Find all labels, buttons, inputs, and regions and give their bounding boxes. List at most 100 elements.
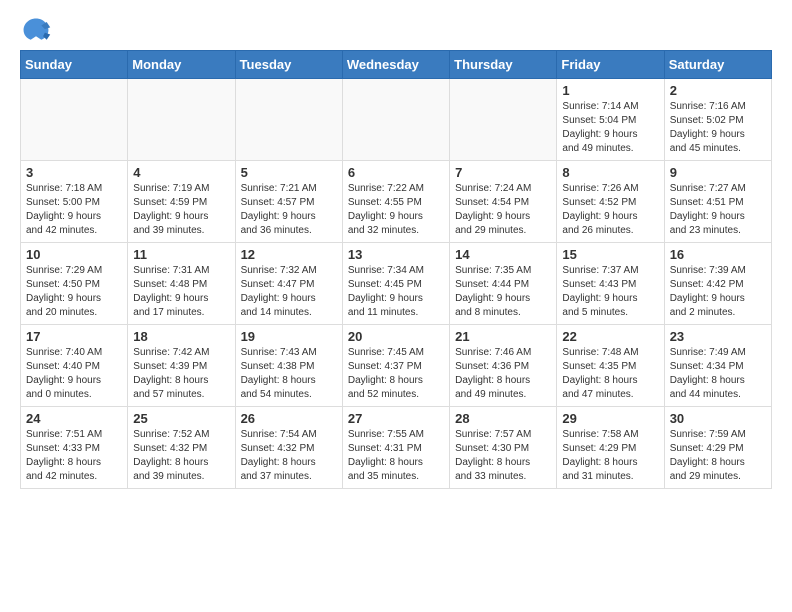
day-info: Sunrise: 7:18 AM Sunset: 5:00 PM Dayligh… [26,182,122,238]
calendar-header-friday: Friday [557,51,664,79]
day-info: Sunrise: 7:34 AM Sunset: 4:45 PM Dayligh… [348,264,444,320]
calendar-header-wednesday: Wednesday [342,51,449,79]
day-info: Sunrise: 7:40 AM Sunset: 4:40 PM Dayligh… [26,346,122,402]
calendar-cell: 13 Sunrise: 7:34 AM Sunset: 4:45 PM Dayli… [342,243,449,325]
day-number: 8 [562,165,658,180]
calendar-cell: 8 Sunrise: 7:26 AM Sunset: 4:52 PM Daylig… [557,161,664,243]
calendar-cell: 24 Sunrise: 7:51 AM Sunset: 4:33 PM Dayli… [21,407,128,489]
day-number: 24 [26,411,122,426]
calendar-cell [450,79,557,161]
day-number: 15 [562,247,658,262]
day-info: Sunrise: 7:27 AM Sunset: 4:51 PM Dayligh… [670,182,766,238]
calendar-table: SundayMondayTuesdayWednesdayThursdayFrid… [20,50,772,489]
calendar-cell [235,79,342,161]
calendar-cell: 30 Sunrise: 7:59 AM Sunset: 4:29 PM Dayli… [664,407,771,489]
day-info: Sunrise: 7:49 AM Sunset: 4:34 PM Dayligh… [670,346,766,402]
logo-icon [20,16,52,44]
calendar-cell: 20 Sunrise: 7:45 AM Sunset: 4:37 PM Dayli… [342,325,449,407]
day-number: 21 [455,329,551,344]
day-info: Sunrise: 7:32 AM Sunset: 4:47 PM Dayligh… [241,264,337,320]
calendar-cell: 29Sunrise: 7:58 AM Sunset: 4:29 PM Dayli… [557,407,664,489]
calendar-cell: 17 Sunrise: 7:40 AM Sunset: 4:40 PM Dayli… [21,325,128,407]
day-number: 23 [670,329,766,344]
page-container: SundayMondayTuesdayWednesdayThursdayFrid… [0,0,792,499]
calendar-cell: 25 Sunrise: 7:52 AM Sunset: 4:32 PM Dayli… [128,407,235,489]
day-number: 17 [26,329,122,344]
day-info: Sunrise: 7:22 AM Sunset: 4:55 PM Dayligh… [348,182,444,238]
day-info: Sunrise: 7:45 AM Sunset: 4:37 PM Dayligh… [348,346,444,402]
calendar-week-row: 1 Sunrise: 7:14 AM Sunset: 5:04 PM Daylig… [21,79,772,161]
day-info: Sunrise: 7:16 AM Sunset: 5:02 PM Dayligh… [670,100,766,156]
day-number: 13 [348,247,444,262]
day-info: Sunrise: 7:14 AM Sunset: 5:04 PM Dayligh… [562,100,658,156]
day-number: 5 [241,165,337,180]
calendar-cell: 21 Sunrise: 7:46 AM Sunset: 4:36 PM Dayli… [450,325,557,407]
day-number: 10 [26,247,122,262]
day-info: Sunrise: 7:37 AM Sunset: 4:43 PM Dayligh… [562,264,658,320]
calendar-cell: 14 Sunrise: 7:35 AM Sunset: 4:44 PM Dayli… [450,243,557,325]
calendar-cell: 11 Sunrise: 7:31 AM Sunset: 4:48 PM Dayli… [128,243,235,325]
day-number: 1 [562,83,658,98]
day-number: 4 [133,165,229,180]
day-number: 9 [670,165,766,180]
day-info: Sunrise: 7:52 AM Sunset: 4:32 PM Dayligh… [133,428,229,484]
calendar-cell: 4Sunrise: 7:19 AM Sunset: 4:59 PM Daylig… [128,161,235,243]
calendar-header-sunday: Sunday [21,51,128,79]
calendar-cell: 3 Sunrise: 7:18 AM Sunset: 5:00 PM Daylig… [21,161,128,243]
calendar-cell: 6 Sunrise: 7:22 AM Sunset: 4:55 PM Daylig… [342,161,449,243]
day-info: Sunrise: 7:29 AM Sunset: 4:50 PM Dayligh… [26,264,122,320]
day-info: Sunrise: 7:24 AM Sunset: 4:54 PM Dayligh… [455,182,551,238]
calendar-header-monday: Monday [128,51,235,79]
day-number: 14 [455,247,551,262]
calendar-header-tuesday: Tuesday [235,51,342,79]
day-number: 2 [670,83,766,98]
day-number: 18 [133,329,229,344]
calendar-cell: 12 Sunrise: 7:32 AM Sunset: 4:47 PM Dayli… [235,243,342,325]
day-number: 12 [241,247,337,262]
day-number: 11 [133,247,229,262]
day-info: Sunrise: 7:51 AM Sunset: 4:33 PM Dayligh… [26,428,122,484]
calendar-week-row: 24 Sunrise: 7:51 AM Sunset: 4:33 PM Dayli… [21,407,772,489]
calendar-week-row: 17 Sunrise: 7:40 AM Sunset: 4:40 PM Dayli… [21,325,772,407]
calendar-cell: 22 Sunrise: 7:48 AM Sunset: 4:35 PM Dayli… [557,325,664,407]
day-info: Sunrise: 7:46 AM Sunset: 4:36 PM Dayligh… [455,346,551,402]
calendar-cell: 18 Sunrise: 7:42 AM Sunset: 4:39 PM Dayli… [128,325,235,407]
calendar-header-saturday: Saturday [664,51,771,79]
calendar-week-row: 3 Sunrise: 7:18 AM Sunset: 5:00 PM Daylig… [21,161,772,243]
day-number: 19 [241,329,337,344]
calendar-week-row: 10 Sunrise: 7:29 AM Sunset: 4:50 PM Dayli… [21,243,772,325]
day-number: 25 [133,411,229,426]
calendar-cell: 9 Sunrise: 7:27 AM Sunset: 4:51 PM Daylig… [664,161,771,243]
day-info: Sunrise: 7:55 AM Sunset: 4:31 PM Dayligh… [348,428,444,484]
day-number: 3 [26,165,122,180]
day-number: 16 [670,247,766,262]
calendar-cell [21,79,128,161]
day-info: Sunrise: 7:42 AM Sunset: 4:39 PM Dayligh… [133,346,229,402]
day-info: Sunrise: 7:26 AM Sunset: 4:52 PM Dayligh… [562,182,658,238]
day-info: Sunrise: 7:57 AM Sunset: 4:30 PM Dayligh… [455,428,551,484]
calendar-cell: 5 Sunrise: 7:21 AM Sunset: 4:57 PM Daylig… [235,161,342,243]
calendar-header-row: SundayMondayTuesdayWednesdayThursdayFrid… [21,51,772,79]
day-number: 22 [562,329,658,344]
day-number: 26 [241,411,337,426]
day-info: Sunrise: 7:31 AM Sunset: 4:48 PM Dayligh… [133,264,229,320]
day-info: Sunrise: 7:54 AM Sunset: 4:32 PM Dayligh… [241,428,337,484]
calendar-cell: 26 Sunrise: 7:54 AM Sunset: 4:32 PM Dayli… [235,407,342,489]
day-info: Sunrise: 7:43 AM Sunset: 4:38 PM Dayligh… [241,346,337,402]
day-number: 28 [455,411,551,426]
day-info: Sunrise: 7:21 AM Sunset: 4:57 PM Dayligh… [241,182,337,238]
day-number: 30 [670,411,766,426]
calendar-cell: 23 Sunrise: 7:49 AM Sunset: 4:34 PM Dayli… [664,325,771,407]
day-number: 20 [348,329,444,344]
calendar-cell: 15 Sunrise: 7:37 AM Sunset: 4:43 PM Dayli… [557,243,664,325]
day-info: Sunrise: 7:59 AM Sunset: 4:29 PM Dayligh… [670,428,766,484]
day-number: 29 [562,411,658,426]
calendar-cell: 7 Sunrise: 7:24 AM Sunset: 4:54 PM Daylig… [450,161,557,243]
day-number: 6 [348,165,444,180]
calendar-cell: 2 Sunrise: 7:16 AM Sunset: 5:02 PM Daylig… [664,79,771,161]
calendar-cell: 19 Sunrise: 7:43 AM Sunset: 4:38 PM Dayli… [235,325,342,407]
calendar-cell: 27Sunrise: 7:55 AM Sunset: 4:31 PM Dayli… [342,407,449,489]
day-info: Sunrise: 7:48 AM Sunset: 4:35 PM Dayligh… [562,346,658,402]
day-info: Sunrise: 7:35 AM Sunset: 4:44 PM Dayligh… [455,264,551,320]
day-number: 7 [455,165,551,180]
